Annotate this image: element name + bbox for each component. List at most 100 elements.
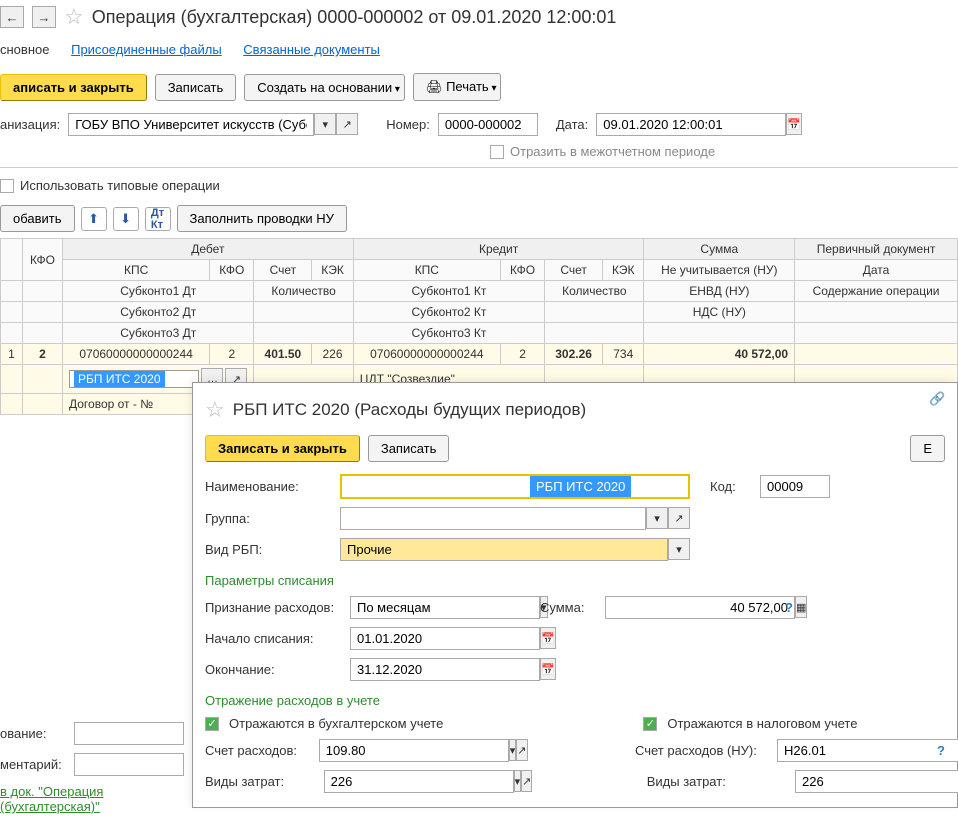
link-icon[interactable]: 🔗	[929, 391, 947, 409]
cell-sum: 40 572,00	[644, 344, 795, 365]
end-input[interactable]	[350, 658, 540, 681]
acc-open-icon[interactable]: ↗	[516, 739, 527, 761]
recognize-input[interactable]	[350, 596, 540, 619]
cell-ckps: 07060000000000244	[353, 344, 500, 365]
sub1d-field[interactable]: РБП ИТС 2020	[69, 370, 199, 388]
section-params: Параметры списания	[205, 573, 945, 588]
reflect-tax-label: Отражаются в налоговом учете	[667, 716, 857, 731]
forward-button[interactable]: →	[32, 6, 56, 28]
col-sub3k: Субконто3 Кт	[353, 323, 544, 344]
acc-input[interactable]	[319, 739, 509, 762]
dk-icon[interactable]: ДтКт	[145, 207, 171, 231]
table-row[interactable]: 1 2 07060000000000244 2 401.50 226 07060…	[1, 344, 958, 365]
modal-save-close-button[interactable]: Записать и закрыть	[205, 435, 360, 462]
nav-attached-files[interactable]: Присоединенные файлы	[71, 42, 222, 57]
org-input[interactable]	[68, 113, 314, 136]
col-sub2d: Субконто2 Дт	[63, 302, 254, 323]
name-input[interactable]	[342, 476, 530, 497]
doc-link[interactable]: в док. "Операция (бухгалтерская)"	[0, 784, 190, 814]
use-typical-checkbox[interactable]	[0, 179, 14, 193]
col-dkfo: КФО	[210, 260, 254, 281]
date-label: Дата:	[556, 117, 588, 132]
acc-dropdown-icon[interactable]: ▾	[509, 739, 517, 761]
start-calendar-icon[interactable]: 📅	[540, 627, 556, 649]
type-dropdown-icon[interactable]: ▾	[668, 538, 690, 560]
col-ckps: КПС	[353, 260, 500, 281]
cost-open-icon[interactable]: ↗	[521, 770, 532, 792]
cell-n: 1	[1, 344, 23, 365]
section-account: Отражение расходов в учете	[205, 693, 945, 708]
type-input[interactable]	[340, 538, 668, 561]
modal-title: РБП ИТС 2020 (Расходы будущих периодов)	[233, 400, 586, 420]
help-icon[interactable]: ?	[785, 600, 793, 615]
name-label: Наименование:	[205, 479, 330, 494]
cell-dacc: 401.50	[254, 344, 312, 365]
group-input[interactable]	[340, 507, 646, 530]
back-button[interactable]: ←	[0, 6, 24, 28]
reflect-checkbox[interactable]	[490, 145, 504, 159]
col-sub1d: Субконто1 Дт	[63, 281, 254, 302]
create-based-button[interactable]: Создать на основании	[244, 74, 405, 101]
sub1d-value: РБП ИТС 2020	[74, 371, 165, 387]
nav-main[interactable]: сновное	[0, 42, 49, 57]
col-ckfo: КФО	[500, 260, 544, 281]
add-button[interactable]: обавить	[0, 205, 75, 232]
base-input[interactable]	[74, 722, 184, 745]
col-qty-k: Количество	[545, 281, 644, 302]
nav-linked-docs[interactable]: Связанные документы	[243, 42, 380, 57]
cost-dropdown-icon[interactable]: ▾	[514, 770, 522, 792]
col-primary: Первичный документ	[795, 239, 958, 260]
code-input[interactable]	[760, 475, 830, 498]
reflect-accounting-checkbox[interactable]	[205, 717, 219, 731]
cost-type-label: Виды затрат:	[205, 774, 314, 789]
save-button[interactable]: Записать	[155, 74, 237, 101]
cell-ckek: 734	[603, 344, 644, 365]
col-dkek: КЭК	[312, 260, 353, 281]
col-dacc: Счет	[254, 260, 312, 281]
modal-favorite-icon[interactable]: ☆	[205, 397, 225, 423]
col-qty-d: Количество	[254, 281, 353, 302]
comment-input[interactable]	[74, 753, 184, 776]
print-label: Печать	[446, 79, 489, 94]
type-label: Вид РБП:	[205, 542, 330, 557]
save-close-button[interactable]: аписать и закрыть	[0, 74, 147, 101]
calc-icon[interactable]: ▦	[795, 596, 807, 618]
group-dropdown-icon[interactable]: ▾	[646, 507, 668, 529]
fill-nu-button[interactable]: Заполнить проводки НУ	[177, 205, 347, 232]
cell-kfo: 2	[23, 344, 63, 365]
favorite-icon[interactable]: ☆	[64, 4, 84, 30]
acc-help-icon[interactable]: ?	[937, 743, 945, 758]
org-label: анизация:	[0, 117, 60, 132]
reflect-tax-checkbox[interactable]	[643, 717, 657, 731]
open-icon[interactable]: ↗	[336, 113, 358, 135]
acc-nu-label: Счет расходов (НУ):	[635, 743, 767, 758]
end-label: Окончание:	[205, 662, 340, 677]
cell-cacc: 302.26	[545, 344, 603, 365]
print-button[interactable]: Печать	[413, 73, 502, 101]
col-envd: ЕНВД (НУ)	[644, 281, 795, 302]
use-typical-label: Использовать типовые операции	[20, 178, 220, 193]
acc-label: Счет расходов:	[205, 743, 309, 758]
col-sum: Сумма	[644, 239, 795, 260]
start-label: Начало списания:	[205, 631, 340, 646]
calendar-icon[interactable]: 📅	[786, 113, 802, 135]
move-up-icon[interactable]: ⬆	[81, 207, 107, 231]
end-calendar-icon[interactable]: 📅	[540, 658, 556, 680]
dropdown-icon[interactable]: ▾	[314, 113, 336, 135]
col-ckek: КЭК	[603, 260, 644, 281]
sum-input[interactable]	[605, 596, 795, 619]
col-date: Дата	[795, 260, 958, 281]
modal-more-button[interactable]: Е	[910, 435, 945, 462]
number-input[interactable]	[438, 113, 538, 136]
move-down-icon[interactable]: ⬇	[113, 207, 139, 231]
group-open-icon[interactable]: ↗	[668, 507, 690, 529]
start-input[interactable]	[350, 627, 540, 650]
col-credit: Кредит	[353, 239, 644, 260]
modal-save-button[interactable]: Записать	[368, 435, 450, 462]
acc-nu-input[interactable]	[777, 739, 958, 762]
page-title: Операция (бухгалтерская) 0000-000002 от …	[92, 7, 617, 28]
date-input[interactable]	[596, 113, 786, 136]
cell-ckfo: 2	[500, 344, 544, 365]
cell-dkps: 07060000000000244	[63, 344, 210, 365]
name-value-selected: РБП ИТС 2020	[530, 476, 631, 497]
